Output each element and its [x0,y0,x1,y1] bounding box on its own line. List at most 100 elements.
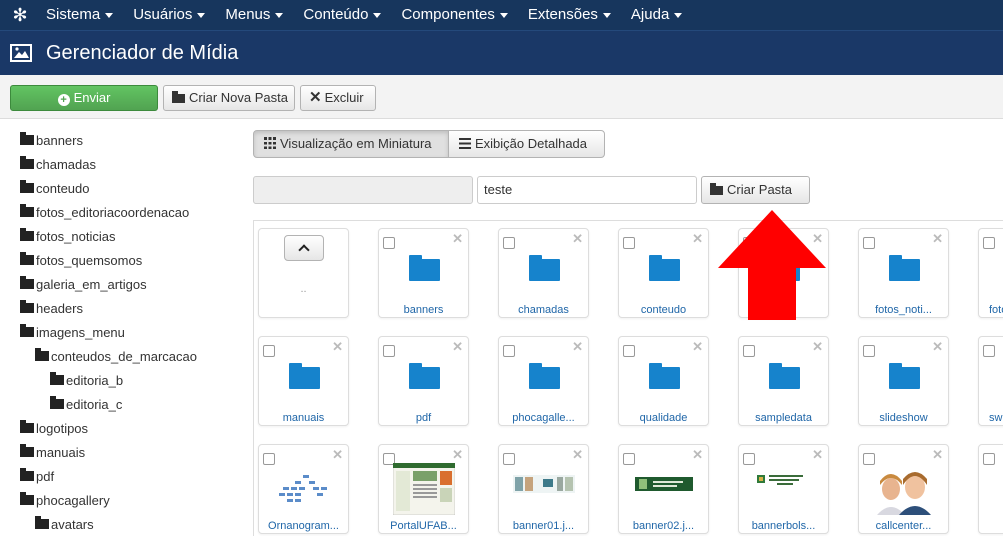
select-checkbox[interactable] [623,453,635,465]
delete-icon[interactable]: ✕ [452,448,463,462]
item-label[interactable]: foto [989,303,1003,317]
item-label[interactable]: banner01.j... [501,519,586,533]
folder-card[interactable]: ✕ pdf [378,336,469,426]
delete-icon[interactable]: ✕ [692,340,703,354]
delete-icon[interactable]: ✕ [812,448,823,462]
parent-folder-card[interactable]: .. [258,228,349,318]
item-label[interactable]: banners [381,303,466,317]
menu-extensoes[interactable]: Extensões [518,0,621,30]
tree-item[interactable]: avatars [35,513,94,536]
select-checkbox[interactable] [503,237,515,249]
select-checkbox[interactable] [503,345,515,357]
image-card[interactable]: ✕ callcenter... [858,444,949,534]
select-checkbox[interactable] [983,453,995,465]
menu-conteudo[interactable]: Conteúdo [293,0,391,30]
detail-view-button[interactable]: Exibição Detalhada [448,130,605,158]
image-card[interactable]: ✕ Ornanogram... [258,444,349,534]
item-label[interactable]: qualidade [621,411,706,425]
delete-icon[interactable]: ✕ [452,232,463,246]
folder-card[interactable]: ✕ phocagalle... [498,336,589,426]
item-label[interactable]: sw [989,411,1003,425]
create-folder-button[interactable]: Criar Pasta [701,176,810,204]
delete-icon[interactable]: ✕ [692,232,703,246]
item-label[interactable]: conteudo [621,303,706,317]
tree-item[interactable]: phocagallery [20,489,110,513]
delete-icon[interactable]: ✕ [932,448,943,462]
select-checkbox[interactable] [623,345,635,357]
select-checkbox[interactable] [263,453,275,465]
tree-item[interactable]: imagens_menu [20,321,125,345]
delete-icon[interactable]: ✕ [692,448,703,462]
delete-icon[interactable]: ✕ [452,340,463,354]
select-checkbox[interactable] [743,345,755,357]
tree-item[interactable]: conteudo [20,177,90,201]
delete-icon[interactable]: ✕ [932,340,943,354]
item-label[interactable]: sampledata [741,411,826,425]
tree-item[interactable]: headers [20,297,83,321]
select-checkbox[interactable] [503,453,515,465]
image-card[interactable]: ✕ banner02.j... [618,444,709,534]
folder-card[interactable]: ✕ fotos_noti... [858,228,949,318]
tree-item[interactable]: fotos_noticias [20,225,116,249]
folder-card[interactable]: sw [978,336,1003,426]
tree-item[interactable]: conteudos_de_marcacao [35,345,197,369]
item-label[interactable]: manuais [261,411,346,425]
menu-usuarios[interactable]: Usuários [123,0,215,30]
select-checkbox[interactable] [983,345,995,357]
upload-button[interactable]: + Enviar [10,85,158,111]
folder-card[interactable]: ✕ qualidade [618,336,709,426]
delete-button[interactable]: ✕ Excluir [300,85,376,111]
item-label[interactable]: Ornanogram... [261,519,346,533]
up-button[interactable] [284,235,324,261]
delete-icon[interactable]: ✕ [812,232,823,246]
delete-icon[interactable]: ✕ [572,448,583,462]
item-label[interactable]: callcenter... [861,519,946,533]
select-checkbox[interactable] [863,345,875,357]
select-checkbox[interactable] [863,237,875,249]
menu-menus[interactable]: Menus [215,0,293,30]
tree-item[interactable]: banners [20,129,83,153]
menu-ajuda[interactable]: Ajuda [621,0,692,30]
select-checkbox[interactable] [983,237,995,249]
tree-item[interactable]: pdf [20,465,54,489]
item-label[interactable]: banner02.j... [621,519,706,533]
image-card[interactable]: ✕ bannerbols... [738,444,829,534]
tree-item[interactable]: logotipos [20,417,88,441]
item-label[interactable]: chamadas [501,303,586,317]
tree-item[interactable]: fotos_quemsomos [20,249,142,273]
new-folder-name-input[interactable]: teste [477,176,697,204]
select-checkbox[interactable] [863,453,875,465]
delete-icon[interactable]: ✕ [572,340,583,354]
item-label[interactable]: slideshow [861,411,946,425]
folder-card[interactable]: ✕ sampledata [738,336,829,426]
select-checkbox[interactable] [383,237,395,249]
tree-item[interactable]: fotos_editoriacoordenacao [20,201,189,225]
menu-componentes[interactable]: Componentes [391,0,517,30]
folder-card[interactable]: ✕ manuais [258,336,349,426]
folder-card[interactable]: ✕ chamadas [498,228,589,318]
tree-item[interactable]: manuais [20,441,85,465]
image-card[interactable]: ✕ PortalUFAB... [378,444,469,534]
item-label[interactable]: bannerbols... [741,519,826,533]
delete-icon[interactable]: ✕ [812,340,823,354]
delete-icon[interactable]: ✕ [332,448,343,462]
tree-item[interactable]: editoria_b [50,369,123,393]
image-card[interactable]: ✕ banner01.j... [498,444,589,534]
folder-card[interactable]: foto [978,228,1003,318]
image-card[interactable] [978,444,1003,534]
select-checkbox[interactable] [623,237,635,249]
item-label[interactable]: fotos_noti... [861,303,946,317]
new-folder-button[interactable]: Criar Nova Pasta [163,85,295,111]
item-label[interactable]: PortalUFAB... [381,519,466,533]
joomla-icon[interactable]: ✻ [10,5,30,25]
tree-item[interactable]: chamadas [20,153,96,177]
select-checkbox[interactable] [383,345,395,357]
folder-card[interactable]: ✕ conteudo [618,228,709,318]
tree-item[interactable]: galeria_em_artigos [20,273,147,297]
delete-icon[interactable]: ✕ [932,232,943,246]
tree-item[interactable]: editoria_c [50,393,122,417]
folder-card[interactable]: ✕ slideshow [858,336,949,426]
menu-sistema[interactable]: Sistema [36,0,123,30]
thumbnail-view-button[interactable]: Visualização em Miniatura [253,130,449,158]
folder-card[interactable]: ✕ banners [378,228,469,318]
